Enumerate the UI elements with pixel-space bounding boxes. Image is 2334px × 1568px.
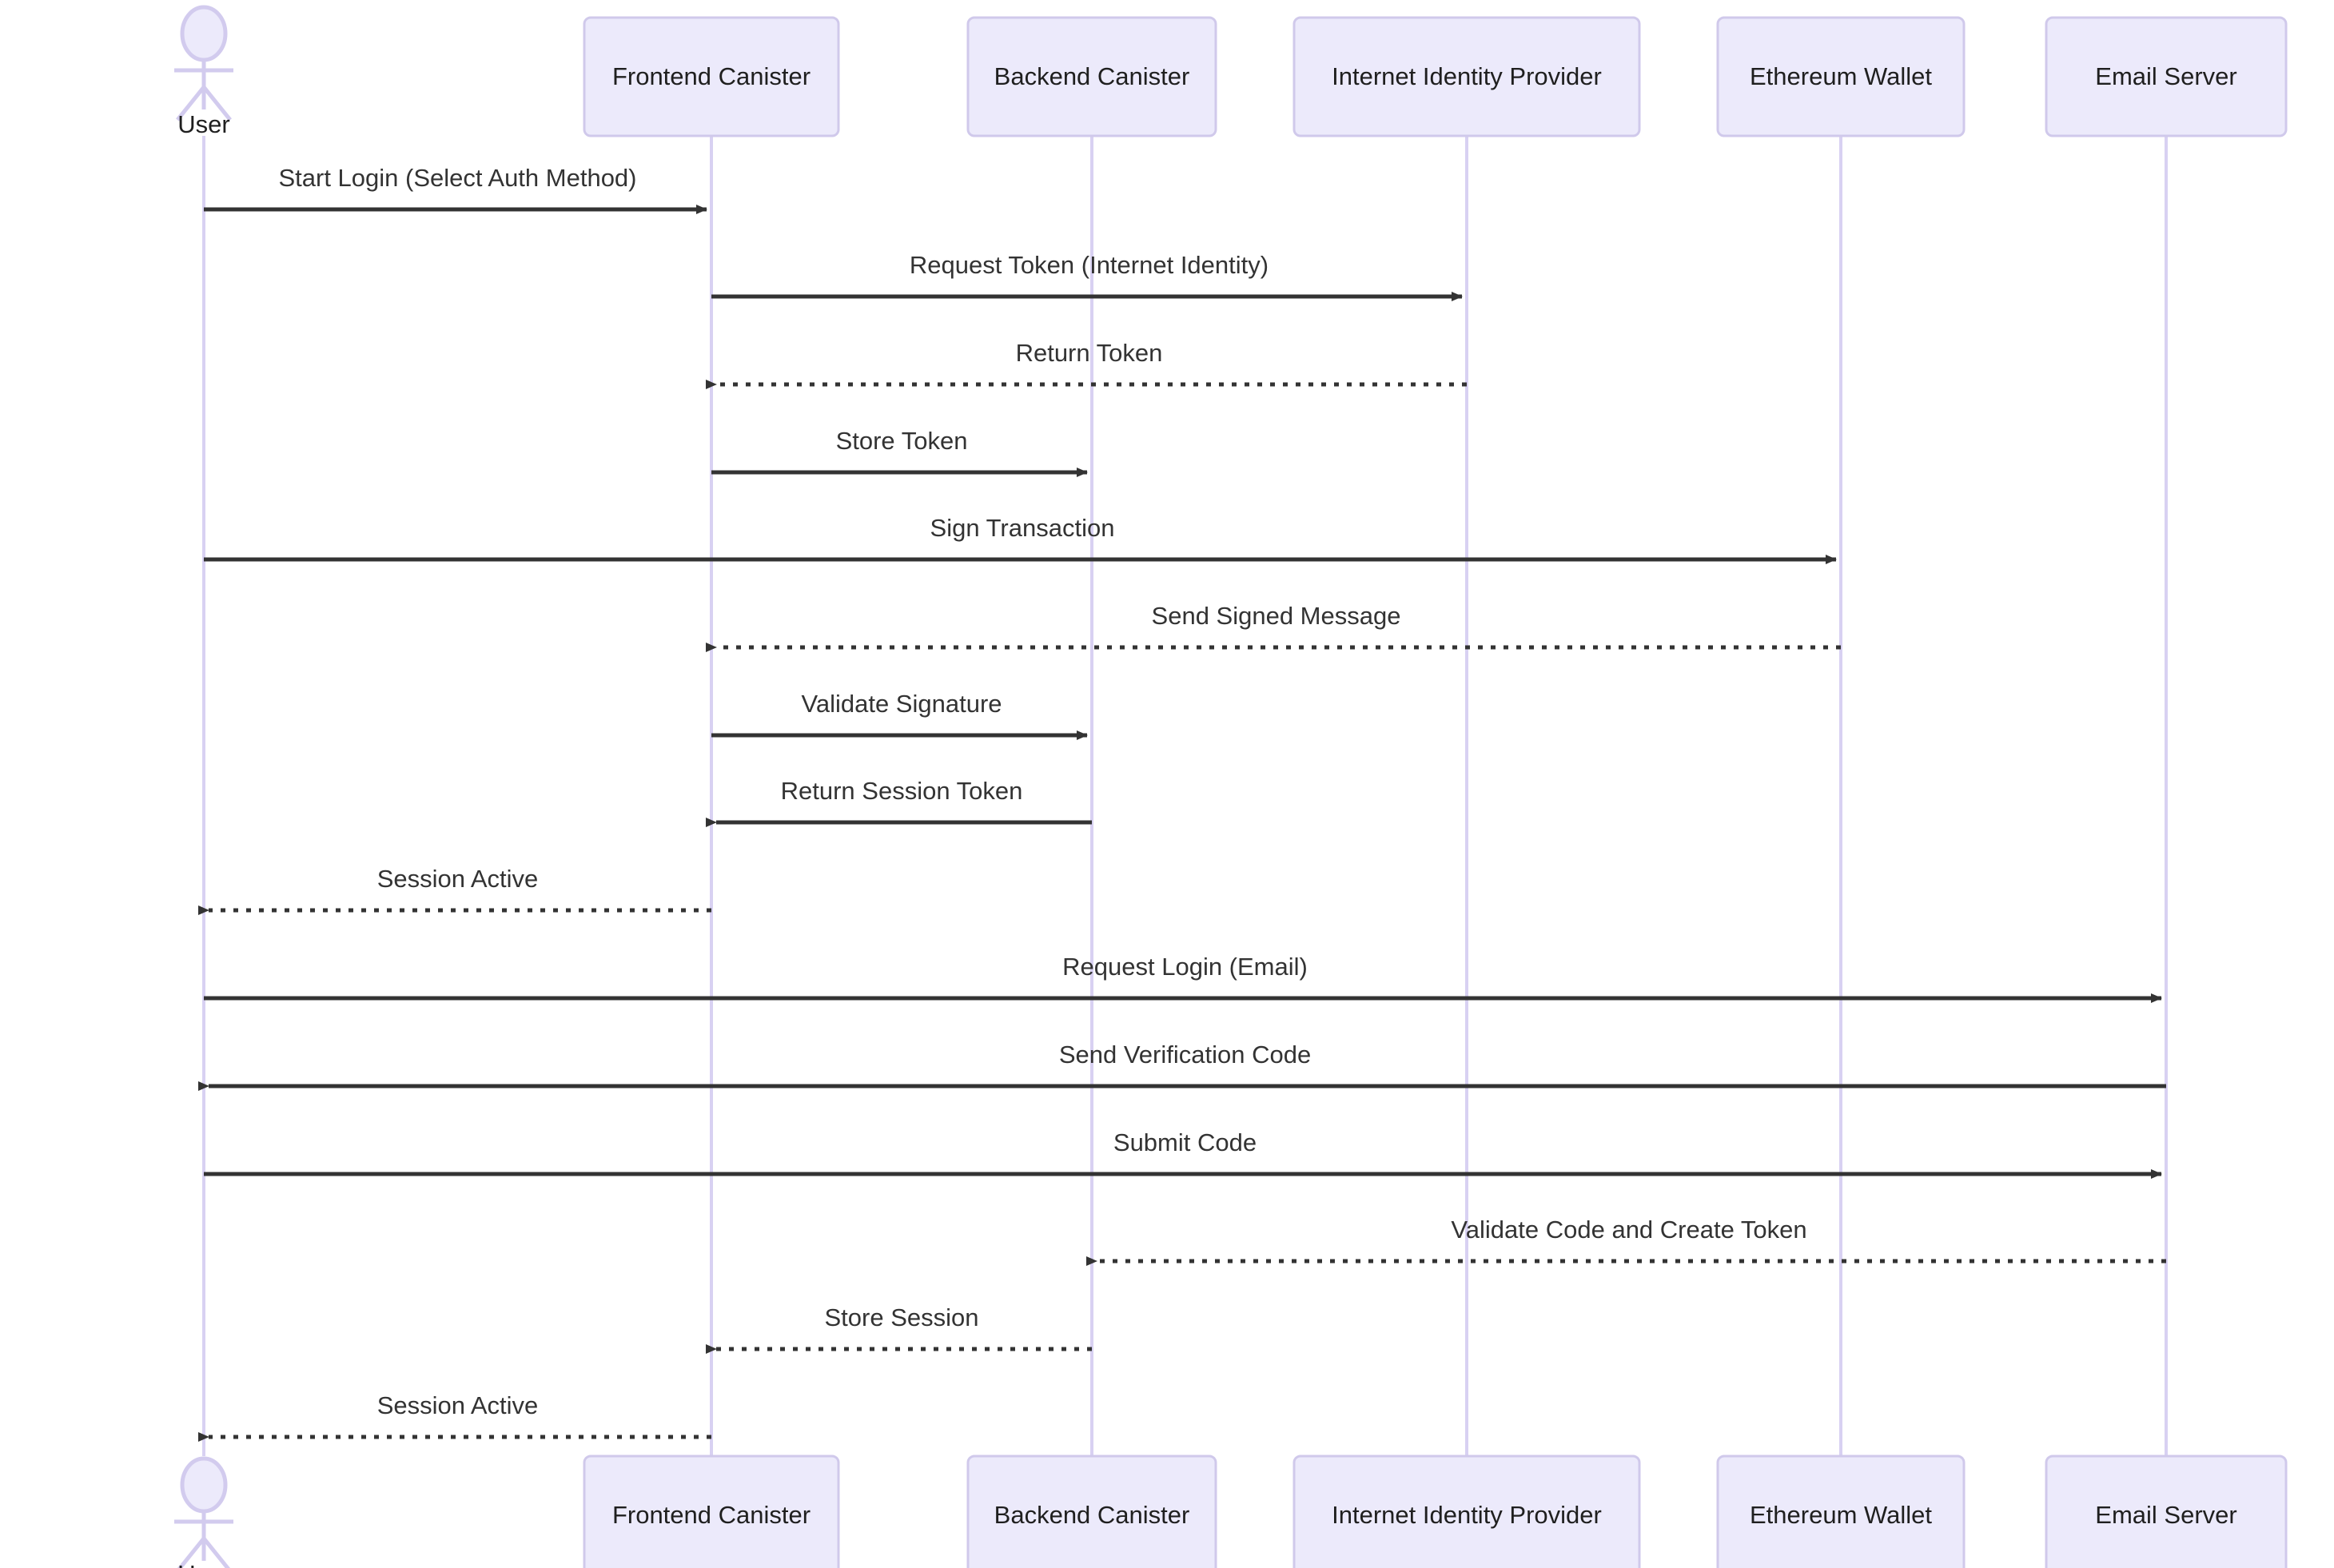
participant-label-iip: Internet Identity Provider: [1332, 62, 1602, 90]
message-label-5: Sign Transaction: [930, 514, 1115, 542]
participants-top-layer: User Frontend Canister Backend Canister Int…: [174, 5, 2288, 138]
participant-label-email: Email Server: [2095, 62, 2236, 90]
message-label-9: Session Active: [377, 865, 539, 893]
message-10: Request Login (Email): [204, 953, 2162, 1003]
participant-frontend-bottom[interactable]: Frontend Canister: [583, 1455, 840, 1568]
participant-iip-bottom[interactable]: Internet Identity Provider: [1292, 1455, 1641, 1568]
participant-backend-top[interactable]: Backend Canister: [966, 16, 1217, 137]
sequence-diagram-root: User Frontend Canister Backend Canister Int…: [0, 0, 2334, 1568]
participant-label-backend: Backend Canister: [994, 62, 1190, 90]
message-14: Store Session: [706, 1303, 1092, 1354]
message-label-11: Send Verification Code: [1059, 1041, 1311, 1069]
message-label-13: Validate Code and Create Token: [1451, 1216, 1806, 1244]
participant-wallet-top[interactable]: Ethereum Wallet: [1716, 16, 1966, 137]
message-12: Submit Code: [204, 1128, 2162, 1179]
participant-label-email: Email Server: [2095, 1501, 2236, 1529]
actor-user-top: User: [174, 5, 233, 138]
message-11: Send Verification Code: [198, 1041, 2166, 1091]
message-label-14: Store Session: [825, 1303, 979, 1331]
participant-email-bottom[interactable]: Email Server: [2045, 1455, 2288, 1568]
actor-head-icon: [180, 5, 228, 62]
participant-label-frontend: Frontend Canister: [612, 1501, 811, 1529]
message-label-15: Session Active: [377, 1391, 539, 1419]
message-label-12: Submit Code: [1113, 1128, 1257, 1156]
message-8: Return Session Token: [706, 777, 1092, 827]
message-label-8: Return Session Token: [781, 777, 1023, 805]
message-label-10: Request Login (Email): [1062, 953, 1308, 981]
message-15: Session Active: [198, 1391, 711, 1442]
message-1: Start Login (Select Auth Method): [204, 164, 707, 214]
message-label-4: Store Token: [836, 427, 968, 455]
message-5: Sign Transaction: [204, 514, 1837, 564]
participants-bottom-layer: User Frontend Canister Backend Canister Int…: [174, 1455, 2288, 1568]
participant-iip-top[interactable]: Internet Identity Provider: [1292, 16, 1641, 137]
actor-label-user-top: User: [177, 110, 229, 138]
actor-label-user-bottom: User: [177, 1560, 229, 1568]
message-6: Send Signed Message: [706, 602, 1841, 652]
actor-head-icon: [180, 1456, 228, 1514]
message-4: Store Token: [711, 427, 1088, 477]
participant-label-frontend: Frontend Canister: [612, 62, 811, 90]
message-2: Request Token (Internet Identity): [711, 251, 1463, 301]
message-label-6: Send Signed Message: [1152, 602, 1401, 630]
lifelines-layer: [202, 136, 2168, 1456]
sequence-diagram-canvas: User Frontend Canister Backend Canister Int…: [174, 5, 2288, 1568]
participant-label-iip: Internet Identity Provider: [1332, 1501, 1602, 1529]
participant-email-top[interactable]: Email Server: [2045, 16, 2288, 137]
message-9: Session Active: [198, 865, 711, 915]
message-13: Validate Code and Create Token: [1086, 1216, 2166, 1266]
participant-label-backend: Backend Canister: [994, 1501, 1190, 1529]
participant-frontend-top[interactable]: Frontend Canister: [583, 16, 840, 137]
participant-backend-bottom[interactable]: Backend Canister: [966, 1455, 1217, 1568]
message-label-1: Start Login (Select Auth Method): [278, 164, 636, 192]
actor-user-bottom: User: [174, 1456, 233, 1568]
message-7: Validate Signature: [711, 690, 1088, 740]
messages-layer: Start Login (Select Auth Method) Request …: [198, 164, 2166, 1442]
participant-label-wallet: Ethereum Wallet: [1750, 1501, 1932, 1529]
message-label-2: Request Token (Internet Identity): [910, 251, 1269, 279]
participant-label-wallet: Ethereum Wallet: [1750, 62, 1932, 90]
participant-wallet-bottom[interactable]: Ethereum Wallet: [1716, 1455, 1966, 1568]
message-label-7: Validate Signature: [801, 690, 1002, 718]
message-label-3: Return Token: [1016, 339, 1163, 367]
